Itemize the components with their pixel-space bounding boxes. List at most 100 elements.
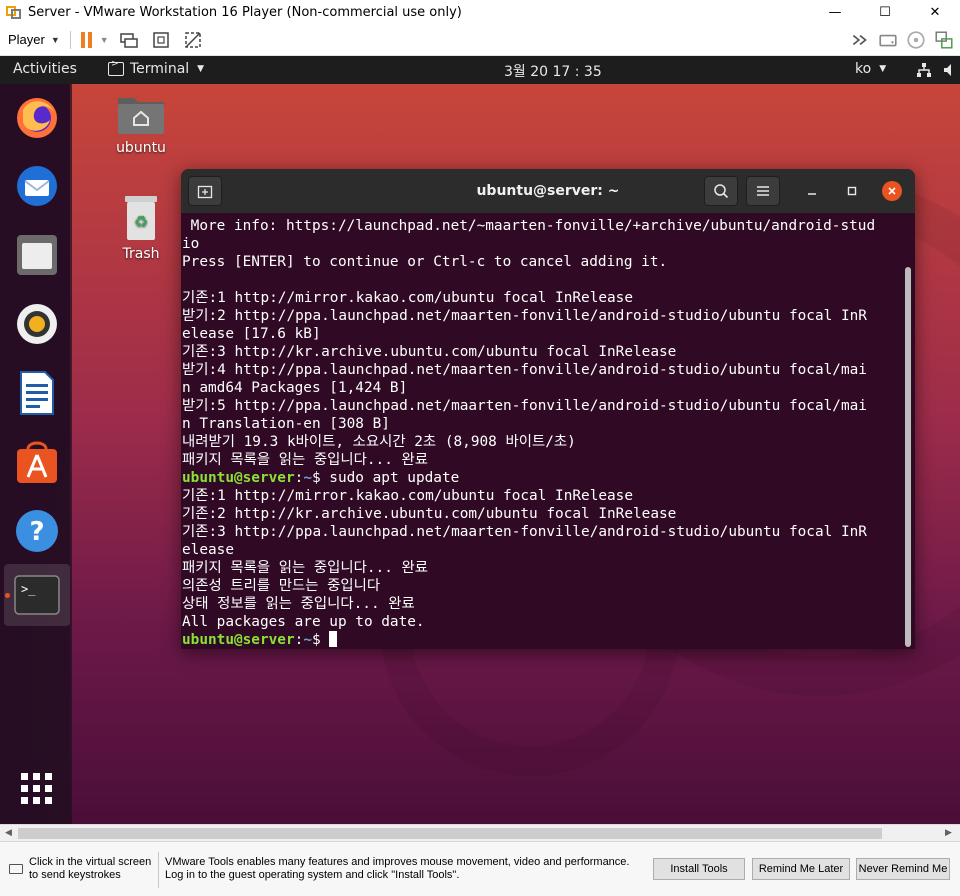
click-hint: Click in the virtual screen to send keys… bbox=[29, 856, 152, 881]
player-menu[interactable]: Player ▼ bbox=[8, 32, 60, 47]
dock: ? >_ bbox=[0, 84, 72, 824]
terminal-line: More info: https://launchpad.net/~maarte… bbox=[182, 218, 876, 234]
show-applications-icon[interactable] bbox=[12, 764, 62, 814]
install-tools-button[interactable]: Install Tools bbox=[653, 858, 745, 880]
network-icon[interactable] bbox=[916, 62, 932, 78]
input-language-label: ko bbox=[855, 61, 872, 77]
desktop-icon-label: Trash bbox=[122, 246, 160, 262]
never-remind-button[interactable]: Never Remind Me bbox=[856, 858, 950, 880]
player-menu-label: Player bbox=[8, 32, 45, 47]
app-menu-label: Terminal bbox=[130, 61, 190, 77]
hard-disk-icon[interactable] bbox=[878, 30, 897, 48]
maximize-icon bbox=[847, 186, 857, 196]
terminal-dock-icon[interactable]: >_ bbox=[4, 564, 70, 626]
prompt-user: ubuntu@server bbox=[182, 632, 295, 648]
notice-divider bbox=[158, 852, 159, 888]
terminal-line: n Translation-en [308 B] bbox=[182, 416, 390, 432]
thunderbird-icon[interactable] bbox=[12, 161, 62, 211]
chevron-down-icon: ▼ bbox=[879, 64, 887, 74]
vmware-app-icon bbox=[6, 4, 22, 20]
terminal-scrollbar[interactable] bbox=[905, 267, 911, 647]
text-cursor bbox=[329, 631, 338, 647]
svg-text:♻: ♻ bbox=[134, 212, 148, 231]
svg-text:?: ? bbox=[29, 517, 44, 547]
prompt-colon: : bbox=[294, 632, 304, 648]
keyboard-icon bbox=[9, 864, 23, 874]
libreoffice-writer-icon[interactable] bbox=[12, 368, 62, 418]
horizontal-scrollbar[interactable]: ◀ ▶ bbox=[0, 824, 960, 841]
trash-icon: ♻ bbox=[125, 196, 157, 240]
pause-dropdown-icon[interactable]: ▼ bbox=[100, 35, 109, 45]
close-icon bbox=[888, 187, 896, 195]
pause-button[interactable] bbox=[80, 31, 92, 48]
terminal-line: Press [ENTER] to continue or Ctrl-c to c… bbox=[182, 254, 668, 270]
terminal-output[interactable]: More info: https://launchpad.net/~maarte… bbox=[182, 217, 904, 649]
toolbar-right-icons bbox=[850, 30, 953, 49]
help-icon[interactable]: ? bbox=[12, 506, 62, 556]
notice-message: VMware Tools enables many features and i… bbox=[165, 856, 630, 881]
terminal-line: 기존:3 http://ppa.launchpad.net/maarten-fo… bbox=[182, 524, 867, 540]
command-text: $ bbox=[311, 632, 330, 648]
files-icon[interactable] bbox=[12, 230, 62, 280]
double-chevron-icon[interactable] bbox=[850, 30, 868, 48]
terminal-line: n amd64 Packages [1,424 B] bbox=[182, 380, 408, 396]
maximize-window-button[interactable] bbox=[842, 181, 862, 201]
input-language-menu[interactable]: ko ▼ bbox=[855, 61, 886, 77]
terminal-line: 패키지 목록을 읽는 중입니다... 완료 bbox=[182, 452, 428, 468]
ubuntu-guest-screen[interactable]: Activities Terminal ▼ 3월 20 17 : 35 ko ▼ bbox=[0, 56, 960, 824]
minimize-icon bbox=[808, 193, 816, 195]
prompt-user: ubuntu@server bbox=[182, 470, 295, 486]
terminal-line: 받기:4 http://ppa.launchpad.net/maarten-fo… bbox=[182, 362, 867, 378]
cd-rom-icon[interactable] bbox=[906, 30, 925, 49]
terminal-icon bbox=[108, 59, 124, 76]
fit-guest-icon[interactable] bbox=[151, 30, 171, 50]
scroll-right-icon[interactable]: ▶ bbox=[945, 827, 952, 838]
terminal-line: 기존:2 http://kr.archive.ubuntu.com/ubuntu… bbox=[182, 506, 677, 522]
vmware-tools-notice: Click in the virtual screen to send keys… bbox=[0, 841, 960, 896]
rhythmbox-icon[interactable] bbox=[12, 299, 62, 349]
desktop-icon-trash[interactable]: ♻ Trash bbox=[106, 194, 176, 262]
remind-later-button[interactable]: Remind Me Later bbox=[752, 858, 850, 880]
terminal-headerbar[interactable]: ubuntu@server: ~ bbox=[181, 169, 915, 213]
menu-button[interactable] bbox=[746, 176, 780, 206]
terminal-line: 기존:1 http://mirror.kakao.com/ubuntu foca… bbox=[182, 290, 634, 306]
desktop-icon-home[interactable]: ubuntu bbox=[106, 92, 176, 156]
terminal-line: 내려받기 19.3 k바이트, 소요시간 2초 (8,908 바이트/초) bbox=[182, 434, 576, 450]
prompt-colon: : bbox=[294, 470, 304, 486]
terminal-line: elease bbox=[182, 542, 234, 558]
terminal-window[interactable]: ubuntu@server: ~ More info: https://laun… bbox=[181, 169, 915, 649]
close-window-button[interactable] bbox=[882, 181, 902, 201]
app-menu[interactable]: Terminal ▼ bbox=[108, 59, 205, 77]
prompt-path: ~ bbox=[303, 632, 312, 648]
ubuntu-software-icon[interactable] bbox=[12, 437, 62, 487]
activities-button[interactable]: Activities bbox=[13, 61, 77, 77]
send-ctrl-alt-del-icon[interactable] bbox=[119, 30, 139, 50]
maximize-button[interactable]: ☐ bbox=[860, 0, 910, 24]
scrollbar-thumb[interactable] bbox=[18, 828, 882, 839]
unity-mode-icon[interactable] bbox=[183, 30, 203, 50]
running-indicator bbox=[5, 593, 10, 598]
close-button[interactable]: ✕ bbox=[910, 0, 960, 24]
terminal-line: 의존성 트리를 만드는 중입니다 bbox=[182, 578, 381, 594]
command-text: $ sudo apt update bbox=[311, 470, 460, 486]
minimize-button[interactable]: — bbox=[810, 0, 860, 24]
terminal-line: 받기:5 http://ppa.launchpad.net/maarten-fo… bbox=[182, 398, 867, 414]
firefox-icon[interactable] bbox=[12, 92, 62, 142]
volume-icon[interactable] bbox=[942, 62, 958, 78]
scroll-left-icon[interactable]: ◀ bbox=[5, 827, 12, 838]
terminal-line: ubuntu@server:~$ bbox=[182, 631, 904, 649]
minimize-window-button[interactable] bbox=[802, 181, 822, 201]
pause-bar-right bbox=[87, 31, 92, 48]
hamburger-icon bbox=[757, 186, 769, 196]
chevron-down-icon: ▼ bbox=[197, 64, 205, 74]
chevron-down-icon: ▼ bbox=[50, 34, 60, 45]
terminal-line: 받기:2 http://ppa.launchpad.net/maarten-fo… bbox=[182, 308, 867, 324]
clock[interactable]: 3월 20 17 : 35 bbox=[504, 61, 602, 81]
host-titlebar: Server - VMware Workstation 16 Player (N… bbox=[0, 0, 960, 24]
pause-bar-left bbox=[80, 31, 85, 48]
network-adapter-icon[interactable] bbox=[934, 30, 953, 49]
svg-text:>_: >_ bbox=[21, 582, 36, 596]
search-button[interactable] bbox=[704, 176, 738, 206]
terminal-line: elease [17.6 kB] bbox=[182, 326, 321, 342]
